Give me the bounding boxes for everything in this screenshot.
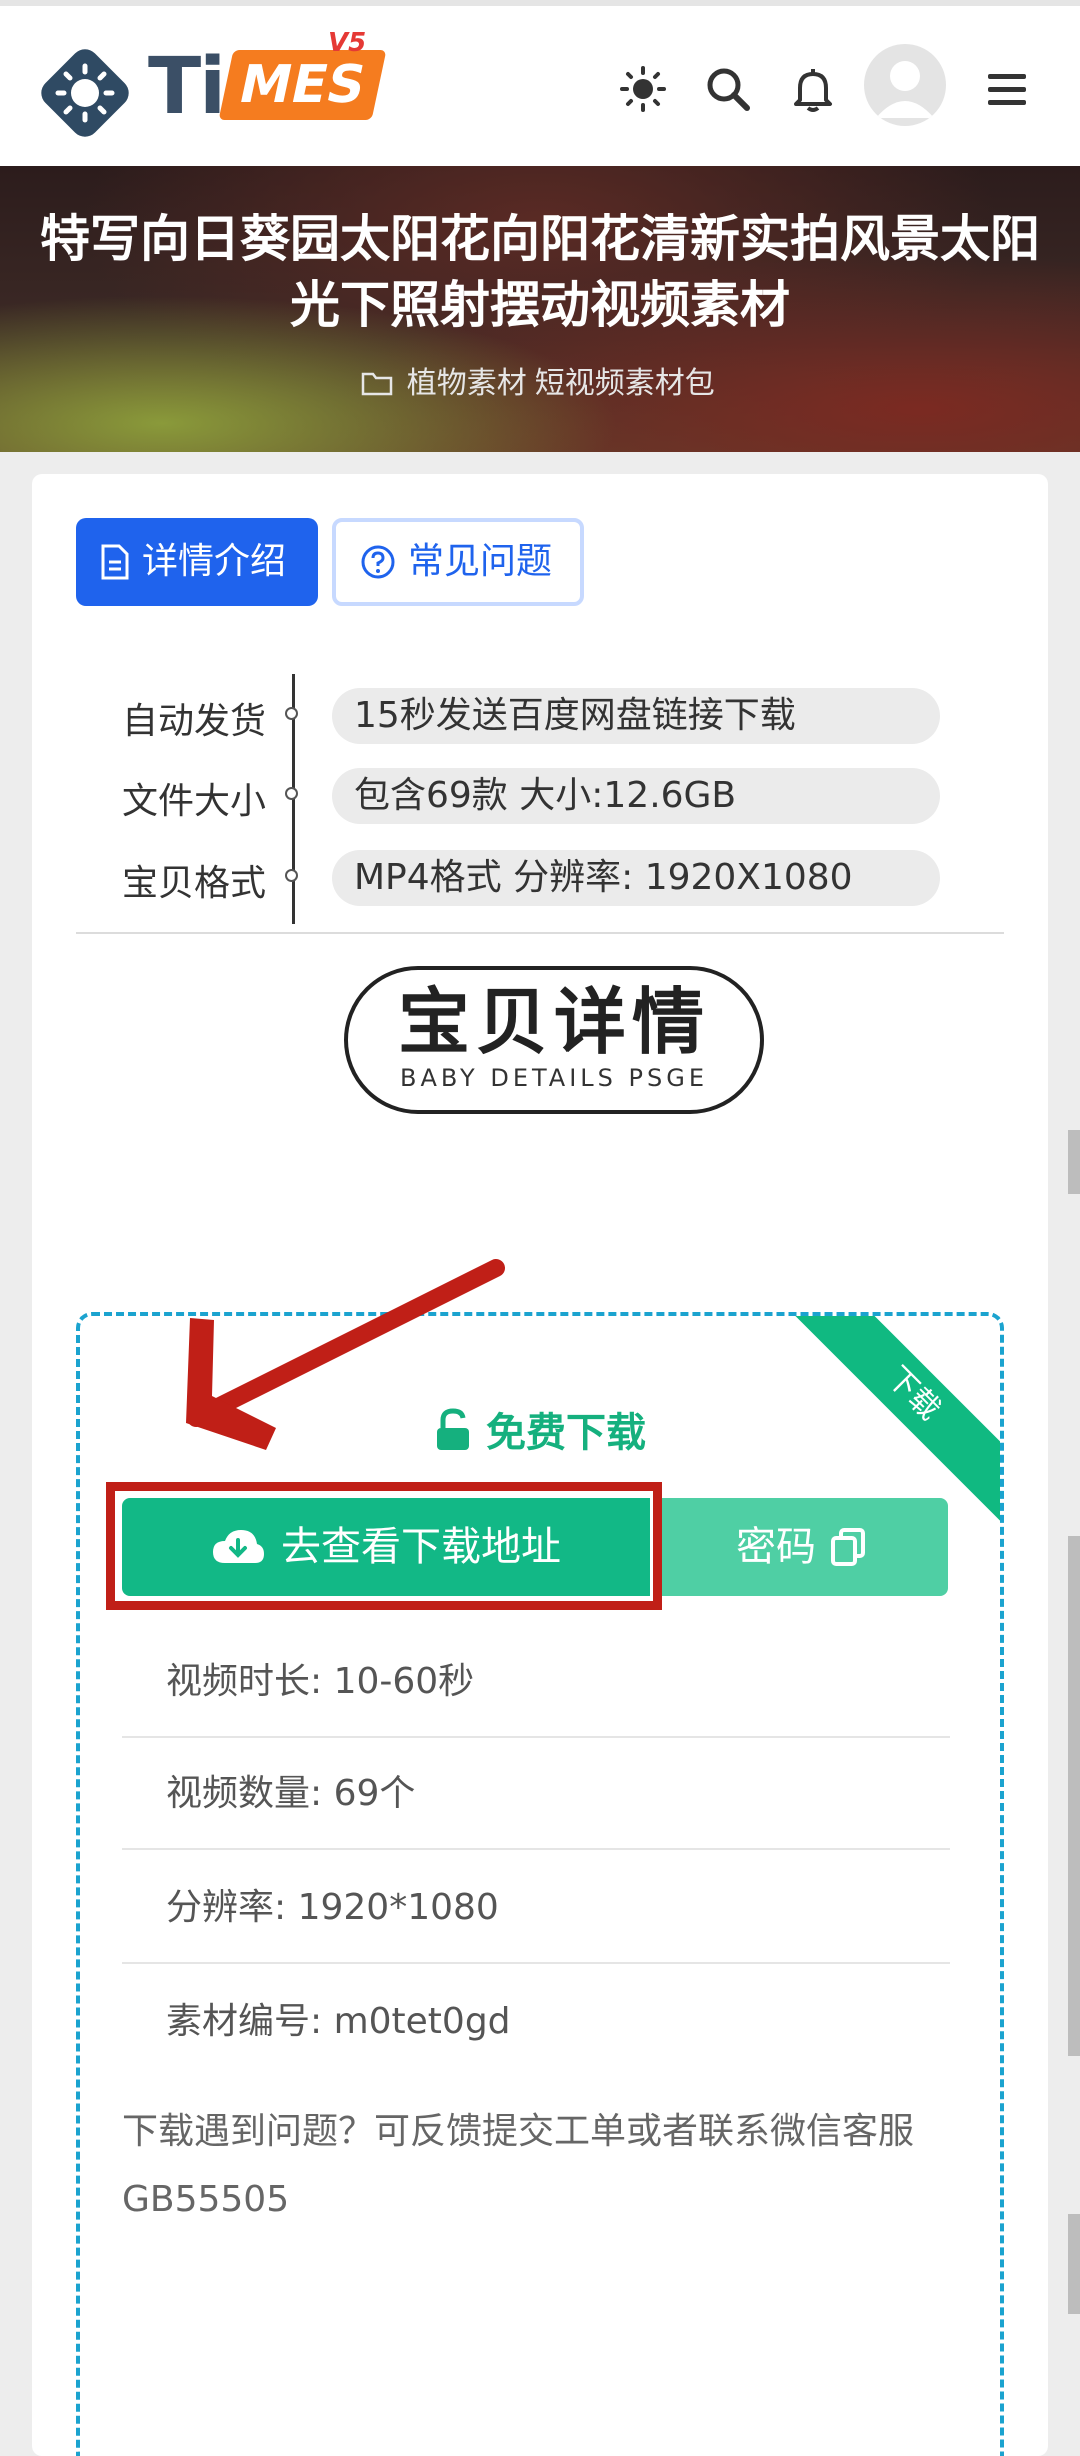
scrollbar-track-segment[interactable] xyxy=(1068,1536,1080,2056)
category-link-shortvideo[interactable]: 短视频素材包 xyxy=(535,366,715,401)
tab-details-label: 详情介绍 xyxy=(142,541,287,582)
details-badge: 宝贝详情 BABY DETAILS PSGE xyxy=(344,966,764,1114)
info-value-size: 包含69款 大小:12.6GB xyxy=(332,768,940,824)
password-label: 密码 xyxy=(736,1524,816,1570)
info-dot xyxy=(285,869,298,882)
info-value-delivery: 15秒发送百度网盘链接下载 xyxy=(332,688,940,744)
spec-duration: 视频时长: 10-60秒 xyxy=(122,1626,950,1738)
content-card: 详情介绍 常见问题 自动发货 15秒发送百度网盘链接下载 文件大小 包含69款 … xyxy=(32,474,1048,2456)
top-header: Ti MES V5 xyxy=(0,0,1080,166)
info-dot xyxy=(285,787,298,800)
bell-icon[interactable] xyxy=(788,64,838,114)
logo-version: V5 xyxy=(328,28,367,58)
tab-details[interactable]: 详情介绍 xyxy=(76,518,318,606)
badge-title: 宝贝详情 xyxy=(397,980,710,1064)
post-categories: 植物素材 短视频素材包 xyxy=(0,358,1080,402)
site-logo[interactable]: Ti MES V5 xyxy=(30,28,387,146)
folder-icon xyxy=(361,372,393,396)
post-hero: 特写向日葵园太阳花向阳花清新实拍风景太阳光下照射摆动视频素材 植物素材 短视频素材… xyxy=(0,166,1080,452)
user-avatar-icon xyxy=(876,61,934,118)
download-box: 下载 免费下载 去查看下载地址 密码 视频时长: 10-60秒 视频数量: 69… xyxy=(76,1312,1004,2456)
menu-icon[interactable] xyxy=(982,64,1032,114)
category-link-plant[interactable]: 植物素材 xyxy=(407,366,527,401)
copy-password-button[interactable]: 密码 xyxy=(654,1498,948,1596)
info-value-format: MP4格式 分辨率: 1920X1080 xyxy=(332,850,940,906)
scrollbar-track-segment[interactable] xyxy=(1068,2214,1080,2314)
search-icon[interactable] xyxy=(703,64,753,114)
theme-icon[interactable] xyxy=(618,64,668,114)
logo-text-mes: MES xyxy=(218,50,387,120)
info-dot xyxy=(285,707,298,720)
badge-subtitle: BABY DETAILS PSGE xyxy=(400,1064,708,1092)
section-divider xyxy=(76,932,1004,934)
info-label-format: 宝贝格式 xyxy=(122,863,267,904)
question-circle-icon xyxy=(361,545,395,579)
help-note: 下载遇到问题？可反馈提交工单或者联系微信客服GB55505 xyxy=(122,2111,915,2220)
annotation-highlight-box xyxy=(106,1482,662,1610)
avatar[interactable] xyxy=(864,44,946,126)
info-label-delivery: 自动发货 xyxy=(122,701,267,742)
tab-faq-label: 常见问题 xyxy=(408,541,553,582)
info-label-size: 文件大小 xyxy=(122,781,267,822)
annotation-arrow-icon xyxy=(186,1259,505,1450)
logo-mark-icon xyxy=(41,49,129,137)
copy-icon xyxy=(831,1528,865,1566)
tab-faq[interactable]: 常见问题 xyxy=(332,518,584,606)
post-title: 特写向日葵园太阳花向阳花清新实拍风景太阳光下照射摆动视频素材 xyxy=(40,210,1040,334)
document-icon xyxy=(101,544,129,580)
spec-resolution: 分辨率: 1920*1080 xyxy=(122,1852,950,1964)
spec-id: 素材编号: m0tet0gd xyxy=(166,2001,511,2042)
logo-text-ti: Ti xyxy=(148,42,226,132)
scrollbar-thumb[interactable] xyxy=(1068,1130,1080,1194)
spec-count: 视频数量: 69个 xyxy=(122,1738,950,1850)
